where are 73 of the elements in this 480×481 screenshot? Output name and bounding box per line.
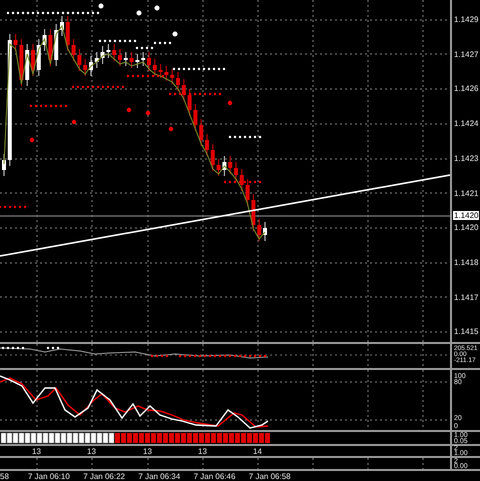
price-tick-label: 1.1417	[454, 294, 478, 302]
candle	[170, 68, 174, 84]
signal-dot	[228, 100, 232, 106]
price-tick-label: 1.1418	[454, 258, 478, 267]
candle	[36, 38, 41, 76]
signal-dot	[146, 110, 150, 116]
signal-dot	[136, 10, 142, 16]
candle	[228, 156, 232, 174]
time-axis-label: 7 Jan 06:10	[28, 472, 70, 481]
time-axis-label: 7 Jan 06:46	[194, 472, 236, 481]
signal-dot	[30, 138, 34, 142]
time-axis-label: 58	[0, 472, 9, 481]
price-tick-label: 1.1429	[454, 16, 478, 24]
dotted-level-line	[126, 74, 164, 78]
dotted-level-line	[30, 104, 68, 108]
price-tick-label: 1.1424	[454, 120, 478, 128]
candle	[210, 144, 215, 172]
candle	[112, 44, 116, 62]
count-label: 13	[87, 448, 96, 456]
price-tick-label: 1.1426	[454, 85, 478, 94]
candle	[83, 58, 88, 76]
dotted-level-line	[228, 136, 262, 138]
count-label: 13	[198, 448, 207, 456]
dotted-level-line	[154, 42, 172, 44]
candle	[118, 48, 122, 66]
price-tick-label: 1.1427	[454, 50, 478, 59]
time-axis-label: 7 Jan 06:58	[248, 472, 291, 481]
candle	[66, 16, 70, 52]
signal-dot	[168, 126, 174, 132]
signal-dot	[126, 108, 132, 112]
count-label: 13	[32, 448, 41, 456]
count-label: 13	[143, 448, 152, 456]
candle	[263, 222, 267, 242]
candle	[141, 52, 146, 66]
dotted-level-line	[46, 346, 60, 350]
candle	[182, 78, 186, 102]
candle	[257, 218, 262, 242]
candle	[199, 118, 204, 146]
candle	[124, 52, 128, 66]
candle	[31, 44, 35, 76]
candle	[89, 56, 93, 76]
signal-dot	[154, 6, 160, 10]
count-label: 14	[253, 448, 262, 456]
dotted-level-line	[224, 180, 262, 184]
dotted-level-line	[168, 92, 222, 96]
signal-dot	[172, 32, 178, 36]
signal-dot	[72, 120, 76, 124]
candle	[25, 44, 30, 86]
candle	[152, 58, 157, 76]
dotted-level-line	[150, 354, 168, 358]
candle	[54, 24, 58, 66]
dotted-level-line	[72, 86, 124, 88]
price-tick-label: 1.1421	[454, 190, 478, 198]
candle	[2, 154, 6, 176]
candle	[147, 52, 151, 72]
dotted-level-line	[136, 46, 154, 50]
candle	[176, 72, 180, 92]
candle	[234, 162, 238, 182]
dotted-level-line	[172, 68, 226, 70]
price-tick-label: 1.1415	[454, 328, 478, 336]
candle	[60, 16, 64, 36]
candle	[205, 134, 209, 156]
dotted-level-line	[98, 40, 136, 42]
signal-dot	[98, 4, 104, 8]
price-tick-label: 1.1423	[454, 154, 478, 163]
price-tick-label: 1.1420	[454, 224, 478, 232]
dotted-level-line	[0, 206, 26, 208]
candle	[240, 168, 244, 192]
time-axis-label: 7 Jan 06:22	[83, 472, 125, 481]
dotted-level-line	[2, 346, 24, 350]
time-axis-label: 7 Jan 06:34	[138, 472, 180, 481]
current-price-label: 1.1420	[453, 211, 480, 220]
candle	[94, 52, 99, 68]
